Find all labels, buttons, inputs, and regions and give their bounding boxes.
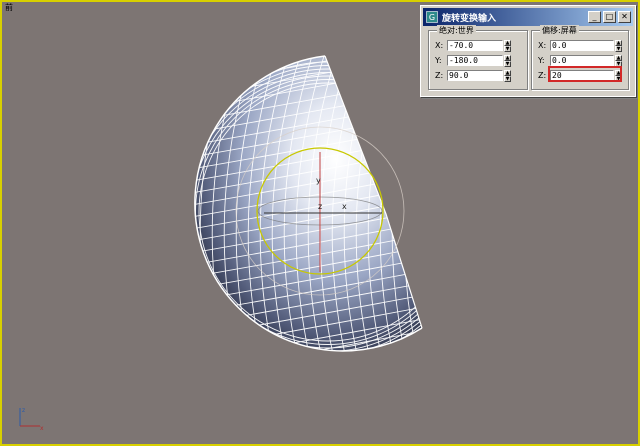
off-y-spinner-arrows[interactable]: ▲ ▼ bbox=[615, 54, 622, 67]
minimize-icon: _ bbox=[592, 12, 597, 21]
off-z-input[interactable] bbox=[550, 69, 614, 81]
spin-down-icon[interactable]: ▼ bbox=[504, 45, 511, 52]
svg-text:G: G bbox=[429, 13, 435, 22]
off-x-row: X: ▲▼ bbox=[538, 39, 622, 52]
abs-x-spinner[interactable]: ▲▼ bbox=[447, 39, 511, 52]
abs-x-label: X: bbox=[435, 40, 444, 50]
off-z-spinner-arrows[interactable]: ▲ ▼ bbox=[615, 69, 622, 82]
spin-down-icon[interactable]: ▼ bbox=[504, 60, 511, 67]
abs-y-spinner-arrows[interactable]: ▲ ▼ bbox=[504, 54, 511, 67]
absolute-group-label: 绝对:世界 bbox=[437, 25, 476, 36]
spin-down-icon[interactable]: ▼ bbox=[615, 60, 622, 67]
abs-z-label: Z: bbox=[435, 70, 444, 80]
abs-z-spinner-arrows[interactable]: ▲ ▼ bbox=[504, 69, 511, 82]
abs-x-spinner-arrows[interactable]: ▲ ▼ bbox=[504, 39, 511, 52]
off-y-input[interactable] bbox=[550, 54, 614, 66]
abs-z-row: Z: ▲▼ bbox=[435, 69, 511, 82]
off-z-spinner[interactable]: ▲▼ bbox=[550, 69, 622, 82]
gizmo-y-label: y bbox=[316, 176, 321, 185]
abs-y-input[interactable] bbox=[447, 54, 503, 66]
abs-x-row: X: ▲▼ bbox=[435, 39, 511, 52]
close-button[interactable]: ✕ bbox=[618, 11, 631, 23]
svg-text:z: z bbox=[22, 407, 25, 414]
svg-text:x: x bbox=[40, 425, 44, 432]
3dsmax-app-icon: G bbox=[426, 11, 438, 23]
spin-down-icon[interactable]: ▼ bbox=[504, 75, 511, 82]
close-icon: ✕ bbox=[621, 12, 628, 21]
spin-down-icon[interactable]: ▼ bbox=[615, 45, 622, 52]
gizmo-x-label: x bbox=[342, 202, 347, 211]
off-y-spinner[interactable]: ▲▼ bbox=[550, 54, 622, 67]
offset-group-label: 偏移:屏幕 bbox=[540, 25, 579, 36]
off-y-label: Y: bbox=[538, 55, 545, 65]
rotate-transform-type-in-dialog[interactable]: G 旋转变换输入 _ □ ✕ 绝对:世界 X: ▲▼ Y: ▲▼ Z: ▲▼ bbox=[420, 5, 636, 97]
gizmo-z-label: z bbox=[318, 202, 322, 211]
maximize-button[interactable]: □ bbox=[603, 11, 616, 23]
absolute-world-group: 绝对:世界 X: ▲▼ Y: ▲▼ Z: ▲▼ bbox=[428, 25, 528, 90]
dialog-titlebar[interactable]: G 旋转变换输入 _ □ ✕ bbox=[423, 8, 633, 26]
off-x-label: X: bbox=[538, 40, 547, 50]
abs-y-spinner[interactable]: ▲▼ bbox=[447, 54, 511, 67]
abs-x-input[interactable] bbox=[447, 39, 503, 51]
abs-z-spinner[interactable]: ▲▼ bbox=[447, 69, 511, 82]
off-x-spinner-arrows[interactable]: ▲ ▼ bbox=[615, 39, 622, 52]
minimize-button[interactable]: _ bbox=[588, 11, 601, 23]
off-y-row: Y: ▲▼ bbox=[538, 54, 622, 67]
abs-y-row: Y: ▲▼ bbox=[435, 54, 511, 67]
off-x-input[interactable] bbox=[550, 39, 614, 51]
dialog-title: 旋转变换输入 bbox=[442, 13, 497, 24]
abs-z-input[interactable] bbox=[447, 69, 503, 81]
abs-y-label: Y: bbox=[435, 55, 442, 65]
off-x-spinner[interactable]: ▲▼ bbox=[550, 39, 622, 52]
maximize-icon: □ bbox=[605, 12, 614, 21]
off-z-row: Z: ▲▼ bbox=[538, 69, 622, 82]
offset-screen-group: 偏移:屏幕 X: ▲▼ Y: ▲▼ Z: ▲▼ bbox=[531, 25, 629, 90]
spin-down-icon[interactable]: ▼ bbox=[615, 75, 622, 82]
off-z-label: Z: bbox=[538, 70, 547, 80]
axis-tripod-icon: z x bbox=[19, 407, 44, 432]
